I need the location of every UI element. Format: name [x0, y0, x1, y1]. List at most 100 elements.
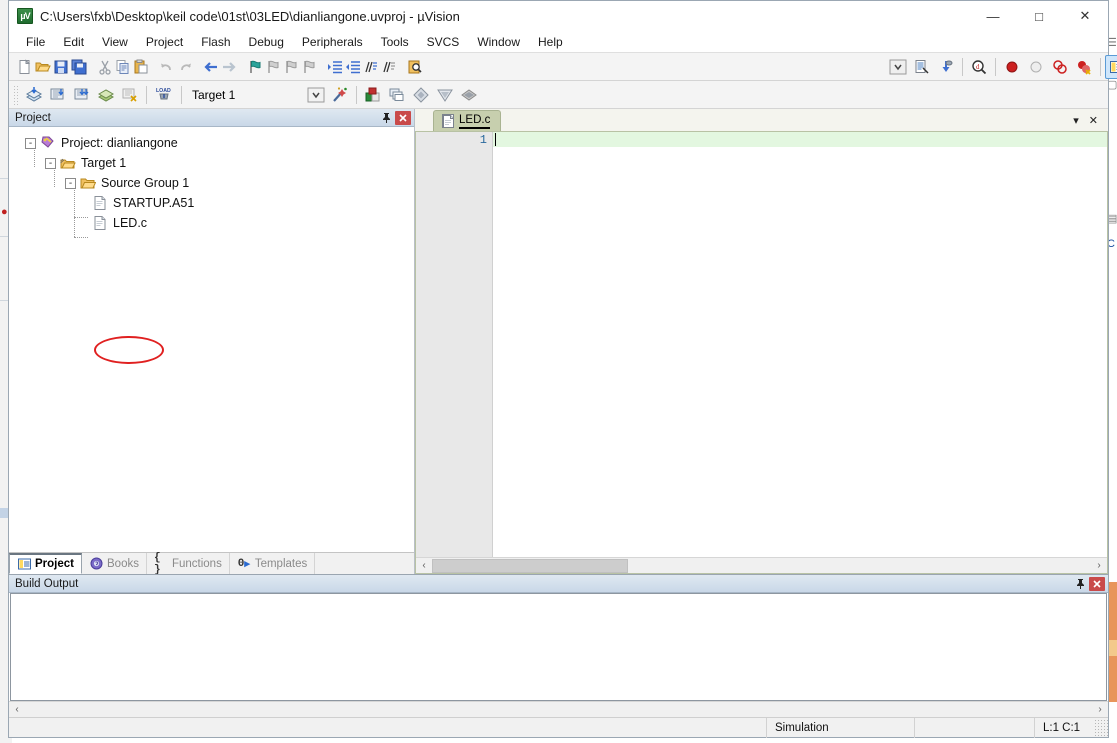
scroll-left-icon[interactable]: ‹	[416, 558, 432, 574]
menu-view[interactable]: View	[93, 32, 137, 52]
save-icon[interactable]	[52, 55, 70, 79]
tree-expander[interactable]: -	[25, 137, 36, 149]
cut-icon[interactable]	[96, 55, 114, 79]
uvision-icon: µV	[17, 8, 33, 24]
breakpoint-kill-all-icon[interactable]	[1048, 55, 1072, 79]
scrollbar-thumb[interactable]	[432, 558, 628, 573]
breakpoint-disable-icon[interactable]	[1024, 55, 1048, 79]
folder-icon	[80, 175, 97, 191]
pin-icon[interactable]	[379, 111, 393, 125]
uncomment-icon[interactable]	[380, 55, 398, 79]
indent-increase-icon[interactable]	[326, 55, 344, 79]
uvision-main-window: µV C:\Users\fxb\Desktop\keil code\01st\0…	[8, 0, 1117, 738]
menu-help[interactable]: Help	[529, 32, 572, 52]
navigate-back-icon[interactable]	[202, 55, 220, 79]
comment-icon[interactable]	[362, 55, 380, 79]
scroll-left-icon[interactable]: ‹	[9, 702, 25, 718]
window-title: C:\Users\fxb\Desktop\keil code\01st\03LE…	[40, 8, 460, 24]
pin-icon[interactable]	[1073, 577, 1087, 591]
close-icon[interactable]: ✕	[1089, 114, 1098, 127]
tree-item-startup-a51[interactable]: STARTUP.A51	[13, 193, 414, 213]
build-output-horizontal-scrollbar[interactable]: ‹ ›	[9, 701, 1108, 717]
tree-item-led-c[interactable]: LED.c	[13, 213, 414, 233]
components-icon[interactable]	[409, 83, 433, 107]
debug-document-icon[interactable]	[910, 55, 934, 79]
title-bar: µV C:\Users\fxb\Desktop\keil code\01st\0…	[9, 1, 1108, 31]
save-all-icon[interactable]	[70, 55, 88, 79]
redo-icon[interactable]	[176, 55, 194, 79]
editor-tab-strip: LED.c ▾ ✕	[415, 109, 1108, 131]
scroll-right-icon[interactable]: ›	[1091, 558, 1107, 574]
menu-flash[interactable]: Flash	[192, 32, 239, 52]
menu-tools[interactable]: Tools	[372, 32, 418, 52]
open-file-icon[interactable]	[34, 55, 52, 79]
indent-decrease-icon[interactable]	[344, 55, 362, 79]
target-selector-label[interactable]: Target 1	[186, 88, 304, 102]
tree-item-target[interactable]: - Target 1	[13, 153, 414, 173]
rebuild-all-icon[interactable]	[70, 83, 94, 107]
project-window-icon[interactable]	[1105, 54, 1117, 79]
manage-runtime-icon[interactable]	[457, 83, 481, 107]
tree-expander[interactable]: -	[45, 157, 56, 169]
chevron-down-icon[interactable]: ▾	[1073, 114, 1079, 127]
navigate-forward-icon[interactable]	[220, 55, 238, 79]
annotation-ellipse-led-c	[94, 336, 164, 364]
menu-project[interactable]: Project	[137, 32, 192, 52]
manage-multi-project-icon[interactable]	[385, 83, 409, 107]
build-output-text[interactable]	[10, 593, 1107, 701]
toolbar-separator	[181, 85, 182, 104]
target-select-arrow-icon[interactable]	[304, 83, 328, 107]
toolbar-grip[interactable]	[13, 84, 19, 105]
tree-item-project[interactable]: - Project: dianliangone	[13, 133, 414, 153]
scroll-right-icon[interactable]: ›	[1092, 702, 1108, 718]
copy-icon[interactable]	[114, 55, 132, 79]
bookmark-next-icon[interactable]	[282, 55, 300, 79]
pack-installer-icon[interactable]	[433, 83, 457, 107]
new-file-icon[interactable]	[16, 55, 34, 79]
target-dropdown-icon[interactable]	[886, 55, 910, 79]
target-icon	[60, 155, 76, 171]
tree-item-source-group[interactable]: - Source Group 1	[13, 173, 414, 193]
menu-debug[interactable]: Debug	[240, 32, 293, 52]
tab-templates[interactable]: 0 ▸ Templates	[230, 553, 316, 574]
tab-project-label: Project	[35, 558, 74, 570]
minimize-button[interactable]: —	[970, 1, 1016, 31]
find-icon[interactable]: d	[967, 55, 991, 79]
breakpoint-insert-icon[interactable]	[1000, 55, 1024, 79]
undo-icon[interactable]	[158, 55, 176, 79]
tab-project[interactable]: Project	[9, 553, 82, 574]
menu-svcs[interactable]: SVCS	[418, 32, 469, 52]
svg-text:LOAD: LOAD	[156, 88, 171, 94]
tab-functions[interactable]: { } Functions	[147, 552, 230, 576]
debug-session-icon[interactable]	[934, 55, 958, 79]
manage-project-items-icon[interactable]	[361, 83, 385, 107]
menu-peripherals[interactable]: Peripherals	[293, 32, 372, 52]
breakpoint-disable-all-icon[interactable]	[1072, 55, 1096, 79]
stop-build-icon[interactable]	[118, 83, 142, 107]
maximize-button[interactable]: □	[1016, 1, 1062, 31]
find-in-files-icon[interactable]	[406, 55, 424, 79]
resize-grip[interactable]	[1094, 717, 1108, 738]
menu-file[interactable]: File	[17, 32, 54, 52]
code-text-area[interactable]	[493, 132, 1107, 557]
batch-build-icon[interactable]	[94, 83, 118, 107]
translate-icon[interactable]	[22, 83, 46, 107]
options-for-target-icon[interactable]	[328, 83, 352, 107]
build-target-icon[interactable]	[46, 83, 70, 107]
bookmark-toggle-icon[interactable]	[246, 55, 264, 79]
menu-edit[interactable]: Edit	[54, 32, 93, 52]
tab-books[interactable]: Books	[82, 553, 147, 574]
paste-icon[interactable]	[132, 55, 150, 79]
download-icon[interactable]: LOAD	[151, 83, 177, 107]
status-bar: Simulation L:1 C:1	[9, 717, 1108, 738]
close-icon[interactable]	[395, 110, 411, 125]
close-button[interactable]: ✕	[1062, 1, 1108, 31]
editor-horizontal-scrollbar[interactable]: ‹ ›	[416, 557, 1107, 573]
menu-window[interactable]: Window	[468, 32, 529, 52]
editor-tab-led-c[interactable]: LED.c	[433, 110, 502, 131]
tree-expander[interactable]: -	[65, 177, 76, 189]
toolbar-separator	[995, 57, 996, 76]
bookmark-clear-icon[interactable]	[300, 55, 318, 79]
bookmark-prev-icon[interactable]	[264, 55, 282, 79]
close-icon[interactable]	[1089, 576, 1105, 591]
